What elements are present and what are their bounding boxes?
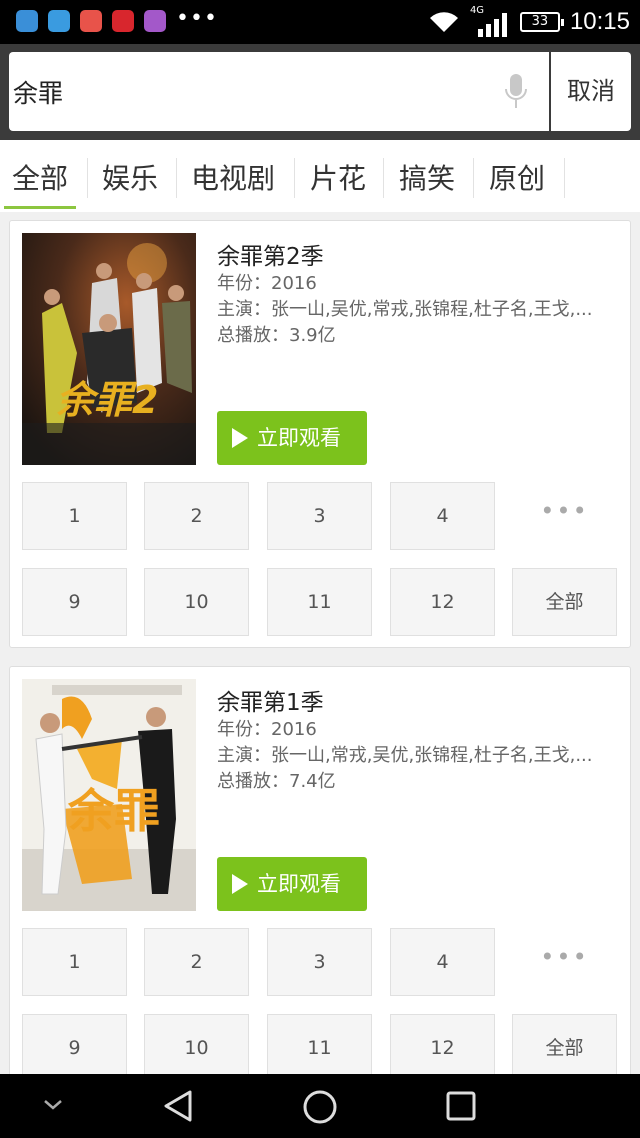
episode-button[interactable]: 11	[267, 568, 372, 636]
poster-title: 余罪2	[56, 378, 159, 422]
tab-trailers[interactable]: 片花	[298, 140, 378, 212]
episode-button[interactable]: 4	[390, 928, 495, 996]
home-icon[interactable]	[301, 1088, 339, 1126]
more-episodes-icon[interactable]: •••	[512, 482, 617, 550]
episode-button[interactable]: 1	[22, 928, 127, 996]
watch-now-label: 立即观看	[257, 426, 341, 450]
episode-button[interactable]: 2	[144, 482, 249, 550]
more-episodes-icon[interactable]: •••	[512, 928, 617, 996]
episode-button[interactable]: 3	[267, 928, 372, 996]
back-icon[interactable]	[160, 1088, 196, 1124]
tab-entertainment[interactable]: 娱乐	[92, 140, 168, 212]
tab-all[interactable]: 全部	[4, 140, 76, 212]
search-header: 余罪 取消	[0, 44, 640, 140]
result-year: 年份：2016	[217, 719, 317, 740]
episode-button[interactable]: 4	[390, 482, 495, 550]
result-plays: 总播放：3.9亿	[217, 325, 336, 346]
watch-now-label: 立即观看	[257, 872, 341, 896]
episode-button[interactable]: 11	[267, 1014, 372, 1082]
episode-button[interactable]: 3	[267, 482, 372, 550]
category-tabs: 全部 娱乐 电视剧 片花 搞笑 原创	[0, 140, 640, 212]
system-navigation-bar	[0, 1074, 640, 1138]
tab-divider	[383, 158, 384, 198]
tab-comedy[interactable]: 搞笑	[388, 140, 466, 212]
tab-tv-series[interactable]: 电视剧	[180, 140, 286, 212]
more-notifications-icon: •••	[176, 6, 218, 31]
signal-icon: 4G	[470, 5, 510, 37]
active-tab-indicator	[4, 206, 76, 209]
tab-divider	[564, 158, 565, 198]
battery-icon: 33	[519, 12, 564, 32]
result-title[interactable]: 余罪第1季	[217, 683, 324, 717]
play-icon	[232, 874, 248, 894]
tab-divider	[87, 158, 88, 198]
play-icon	[232, 428, 248, 448]
all-episodes-button[interactable]: 全部	[512, 568, 617, 636]
status-bar: ••• 4G 33 10:15	[0, 0, 640, 44]
all-episodes-button[interactable]: 全部	[512, 1014, 617, 1082]
episode-button[interactable]: 10	[144, 568, 249, 636]
result-cast: 主演：张一山,常戎,吴优,张锦程,杜子名,王戈,...	[217, 745, 593, 766]
episode-button[interactable]: 12	[390, 1014, 495, 1082]
poster-image[interactable]: 余罪2	[22, 233, 196, 465]
recent-apps-icon[interactable]	[444, 1089, 478, 1123]
chevron-down-icon[interactable]	[42, 1098, 64, 1112]
episode-button[interactable]: 12	[390, 568, 495, 636]
missed-call-icon	[80, 10, 102, 32]
cancel-button[interactable]: 取消	[551, 52, 631, 131]
poster-title: 余罪	[68, 784, 160, 838]
episode-button[interactable]: 9	[22, 1014, 127, 1082]
app-notification-icon-1	[16, 10, 38, 32]
wifi-icon	[429, 12, 458, 32]
search-input[interactable]: 余罪	[9, 52, 549, 131]
tab-divider	[176, 158, 177, 198]
watch-now-button[interactable]: 立即观看	[217, 857, 367, 911]
poster-image[interactable]: 余罪	[22, 679, 196, 911]
watch-now-button[interactable]: 立即观看	[217, 411, 367, 465]
result-title[interactable]: 余罪第2季	[217, 237, 324, 271]
tab-divider	[294, 158, 295, 198]
search-query: 余罪	[13, 79, 64, 108]
result-year: 年份：2016	[217, 273, 317, 294]
episode-button[interactable]: 9	[22, 568, 127, 636]
result-card: 余罪2 余罪第2季 年份：2016 主演：张一山,吴优,常戎,张锦程,杜子名,王…	[9, 220, 631, 648]
result-cast: 主演：张一山,吴优,常戎,张锦程,杜子名,王戈,...	[217, 299, 593, 320]
app-notification-icon-2	[112, 10, 134, 32]
result-card: 余罪 余罪第1季 年份：2016 主演：张一山,常戎,吴优,张锦程,杜子名,王戈…	[9, 666, 631, 1086]
episode-button[interactable]: 2	[144, 928, 249, 996]
result-plays: 总播放：7.4亿	[217, 771, 336, 792]
episode-button[interactable]: 10	[144, 1014, 249, 1082]
message-icon	[48, 10, 70, 32]
microphone-icon[interactable]	[505, 74, 527, 110]
tab-original[interactable]: 原创	[478, 140, 556, 212]
clock: 10:15	[569, 8, 630, 35]
episode-button[interactable]: 1	[22, 482, 127, 550]
tab-divider	[473, 158, 474, 198]
gallery-icon	[144, 10, 166, 32]
